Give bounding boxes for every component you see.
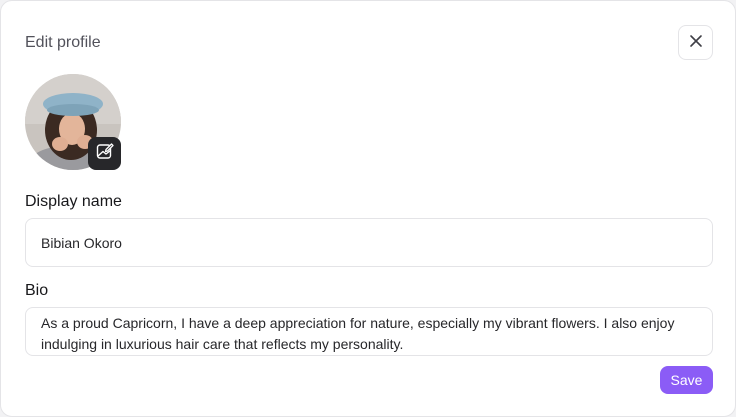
dialog-title: Edit profile: [25, 34, 101, 51]
bio-label: Bio: [25, 282, 49, 299]
display-name-label: Display name: [25, 193, 122, 210]
close-icon: [688, 33, 704, 52]
save-button[interactable]: Save: [660, 366, 713, 394]
avatar-container: [25, 74, 121, 170]
edit-avatar-button[interactable]: [88, 137, 121, 170]
display-name-input[interactable]: [25, 218, 713, 267]
close-button[interactable]: [678, 25, 713, 60]
edit-profile-dialog: Edit profile Display name Bibian Okoro B…: [0, 0, 736, 417]
bio-textarea[interactable]: As a proud Capricorn, I have a deep appr…: [25, 307, 713, 356]
image-edit-icon: [95, 141, 115, 166]
